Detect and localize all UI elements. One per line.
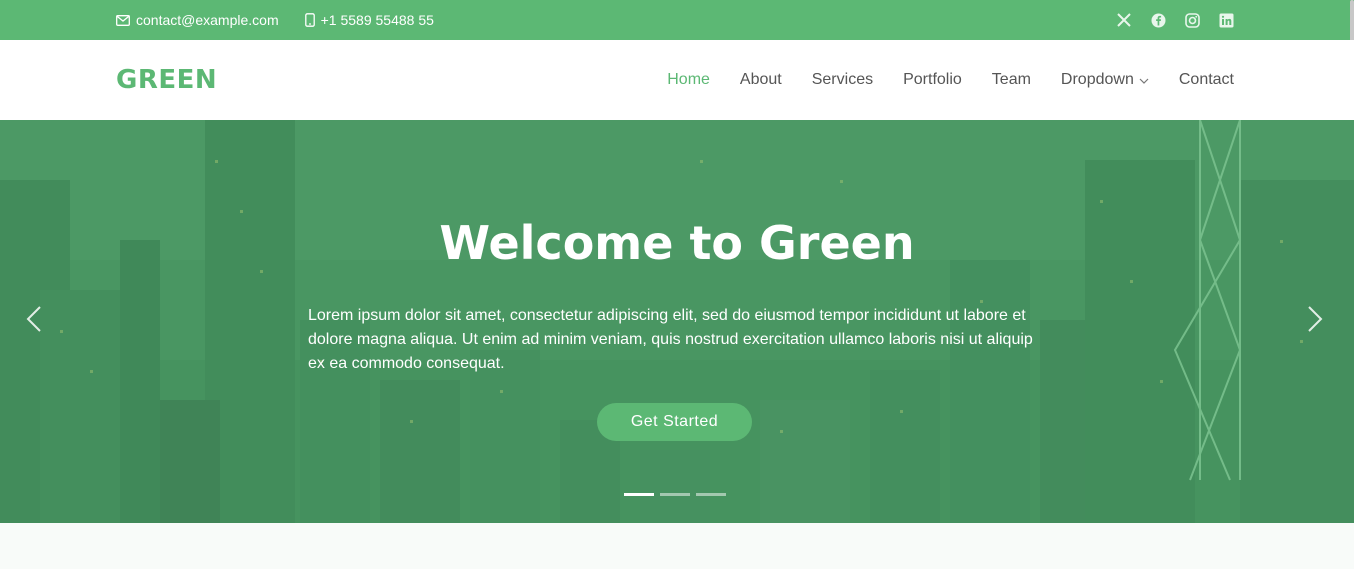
chevron-right-icon: [1307, 305, 1323, 338]
get-started-button[interactable]: Get Started: [597, 403, 752, 441]
hero-carousel: Welcome to Green Lorem ipsum dolor sit a…: [0, 120, 1354, 523]
x-icon[interactable]: [1116, 12, 1132, 28]
carousel-indicator-2[interactable]: [660, 493, 690, 496]
site-logo[interactable]: GREEN: [116, 65, 217, 95]
facebook-icon[interactable]: [1150, 12, 1166, 28]
carousel-indicator-3[interactable]: [696, 493, 726, 496]
carousel-prev-button[interactable]: [22, 304, 46, 338]
nav-services[interactable]: Services: [812, 71, 873, 89]
phone-icon: [304, 13, 315, 27]
nav-team[interactable]: Team: [992, 71, 1031, 89]
nav-contact[interactable]: Contact: [1179, 71, 1234, 89]
nav-dropdown-label: Dropdown: [1060, 71, 1134, 88]
nav-dropdown[interactable]: Dropdown: [1061, 71, 1149, 89]
top-bar: contact@example.com +1 5589 55488 55: [0, 0, 1354, 60]
nav-home[interactable]: Home: [667, 71, 710, 89]
next-section: [0, 523, 1354, 569]
email-text[interactable]: contact@example.com: [136, 12, 279, 28]
phone-item[interactable]: +1 5589 55488 55: [304, 12, 434, 28]
carousel-indicators: [624, 493, 726, 496]
chevron-down-icon: [1139, 71, 1149, 89]
nav-portfolio[interactable]: Portfolio: [903, 71, 962, 89]
contact-info: contact@example.com +1 5589 55488 55: [116, 12, 434, 28]
chevron-left-icon: [26, 305, 42, 338]
site-header: GREEN Home About Services Portfolio Team…: [0, 40, 1354, 120]
linkedin-icon[interactable]: [1218, 12, 1234, 28]
hero-title: Welcome to Green: [439, 216, 915, 270]
hero-text: Lorem ipsum dolor sit amet, consectetur …: [308, 307, 1033, 372]
carousel-indicator-1[interactable]: [624, 493, 654, 496]
email-item[interactable]: contact@example.com: [116, 12, 279, 28]
phone-text[interactable]: +1 5589 55488 55: [321, 12, 434, 28]
page: contact@example.com +1 5589 55488 55 GRE…: [0, 0, 1354, 569]
nav-about[interactable]: About: [740, 71, 782, 89]
instagram-icon[interactable]: [1184, 12, 1200, 28]
envelope-icon: [116, 14, 130, 26]
carousel-next-button[interactable]: [1303, 304, 1327, 338]
main-nav: Home About Services Portfolio Team Dropd…: [667, 71, 1234, 89]
social-links: [1116, 12, 1234, 28]
